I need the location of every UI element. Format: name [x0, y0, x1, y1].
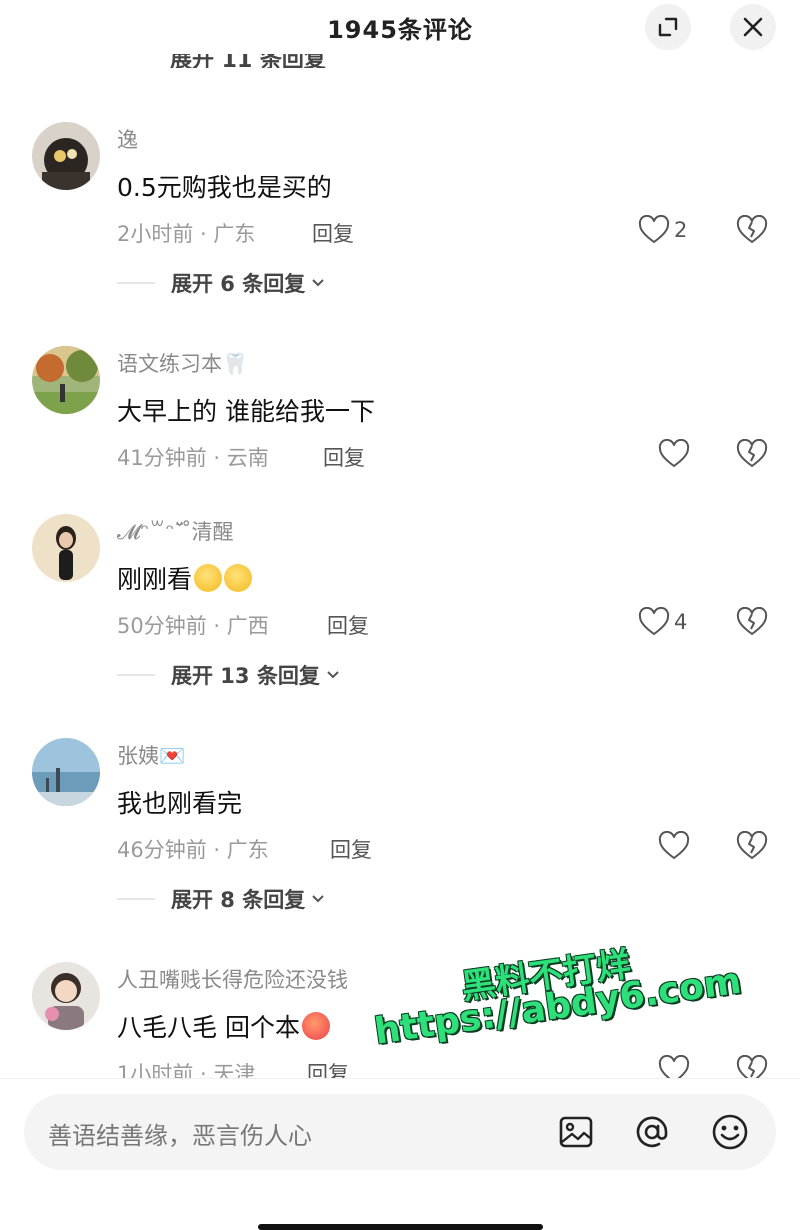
- dislike-button[interactable]: [736, 830, 768, 865]
- avatar[interactable]: [32, 514, 100, 582]
- comment-text: 0.5元购我也是买的: [117, 173, 332, 202]
- broken-heart-icon: [736, 606, 768, 636]
- like-button[interactable]: 2: [638, 215, 687, 245]
- like-count: 2: [674, 218, 688, 242]
- comment-text-body: 八毛八毛 回个本: [117, 1013, 300, 1042]
- avatar[interactable]: [32, 346, 100, 414]
- heart-icon: [658, 439, 690, 468]
- partial-expand-replies[interactable]: 展开 11 条回复: [170, 54, 340, 68]
- expand-button[interactable]: [645, 4, 691, 50]
- dislike-button[interactable]: [736, 438, 768, 473]
- username[interactable]: 人丑嘴贱长得危险还没钱: [117, 964, 348, 994]
- grin-sweat-emoji: [194, 564, 223, 592]
- comment-text: 刚刚看: [117, 560, 253, 596]
- reply-button[interactable]: 回复: [323, 442, 365, 472]
- expand-replies-label: 展开 8 条回复: [171, 888, 306, 912]
- comment-text: 我也刚看完: [117, 789, 243, 818]
- avatar[interactable]: [32, 738, 100, 806]
- expand-replies[interactable]: 展开 8 条回复: [117, 884, 325, 914]
- like-button[interactable]: [658, 831, 690, 861]
- partial-expand-label: 展开 11 条回复: [170, 54, 326, 68]
- like-count: 4: [674, 610, 688, 634]
- divider: [117, 898, 155, 900]
- comment-input[interactable]: 善语结善缘，恶言伤人心: [48, 1116, 312, 1151]
- chevron-down-icon: [327, 671, 339, 679]
- username[interactable]: 逸: [117, 124, 138, 154]
- watermark: 黑料不打烊 https://abdy6.com: [360, 944, 744, 1080]
- broken-heart-icon: [736, 438, 768, 468]
- comment-input-bar[interactable]: 善语结善缘，恶言伤人心: [24, 1094, 776, 1170]
- divider: [117, 674, 155, 676]
- smiley-icon: [712, 1114, 748, 1150]
- emoji-button[interactable]: [710, 1112, 750, 1152]
- comment-text-body: 刚刚看: [117, 565, 193, 594]
- expand-replies[interactable]: 展开 6 条回复: [117, 268, 325, 298]
- broken-heart-icon: [736, 830, 768, 860]
- expand-replies-label: 展开 6 条回复: [171, 272, 306, 296]
- heart-eyes-emoji: [301, 1012, 330, 1040]
- heart-icon: [638, 215, 670, 244]
- like-button[interactable]: [658, 439, 690, 469]
- insert-image-button[interactable]: [556, 1112, 596, 1152]
- image-icon: [559, 1116, 593, 1148]
- divider: [117, 282, 155, 284]
- heart-icon: [658, 831, 690, 860]
- comment-meta: 41分钟前 · 云南: [117, 446, 269, 470]
- username[interactable]: 𝓜ᵔ꒳ᵔˇ̈ ̊清醒: [117, 516, 233, 546]
- dislike-button[interactable]: [736, 214, 768, 249]
- broken-heart-icon: [736, 214, 768, 244]
- comment-meta: 46分钟前 · 广东: [117, 838, 269, 862]
- avatar[interactable]: [32, 962, 100, 1030]
- comments-header: 1945条评论: [0, 0, 800, 52]
- reply-button[interactable]: 回复: [330, 834, 372, 864]
- comment-text: 八毛八毛 回个本: [117, 1008, 330, 1044]
- username[interactable]: 语文练习本🦷: [117, 348, 248, 378]
- close-button[interactable]: [730, 4, 776, 50]
- expand-replies[interactable]: 展开 13 条回复: [117, 660, 340, 690]
- comment-meta: 2小时前 · 广东: [117, 222, 256, 246]
- reply-button[interactable]: 回复: [312, 218, 354, 248]
- chevron-down-icon: [312, 895, 324, 903]
- comment-text: 大早上的 谁能给我一下: [117, 397, 375, 426]
- home-indicator[interactable]: [258, 1224, 543, 1230]
- chevron-down-icon: [312, 279, 324, 287]
- comment-meta: 50分钟前 · 广西: [117, 614, 269, 638]
- heart-icon: [638, 607, 670, 636]
- username[interactable]: 张姨💌: [117, 740, 185, 770]
- reply-button[interactable]: 回复: [327, 610, 369, 640]
- like-button[interactable]: 4: [638, 607, 687, 637]
- expand-replies-label: 展开 13 条回复: [171, 664, 320, 688]
- at-icon: [636, 1116, 668, 1148]
- expand-icon: [658, 17, 678, 37]
- grin-sweat-emoji: [224, 564, 253, 592]
- dislike-button[interactable]: [736, 606, 768, 641]
- mention-button[interactable]: [632, 1112, 672, 1152]
- close-icon: [743, 17, 763, 37]
- avatar[interactable]: [32, 122, 100, 190]
